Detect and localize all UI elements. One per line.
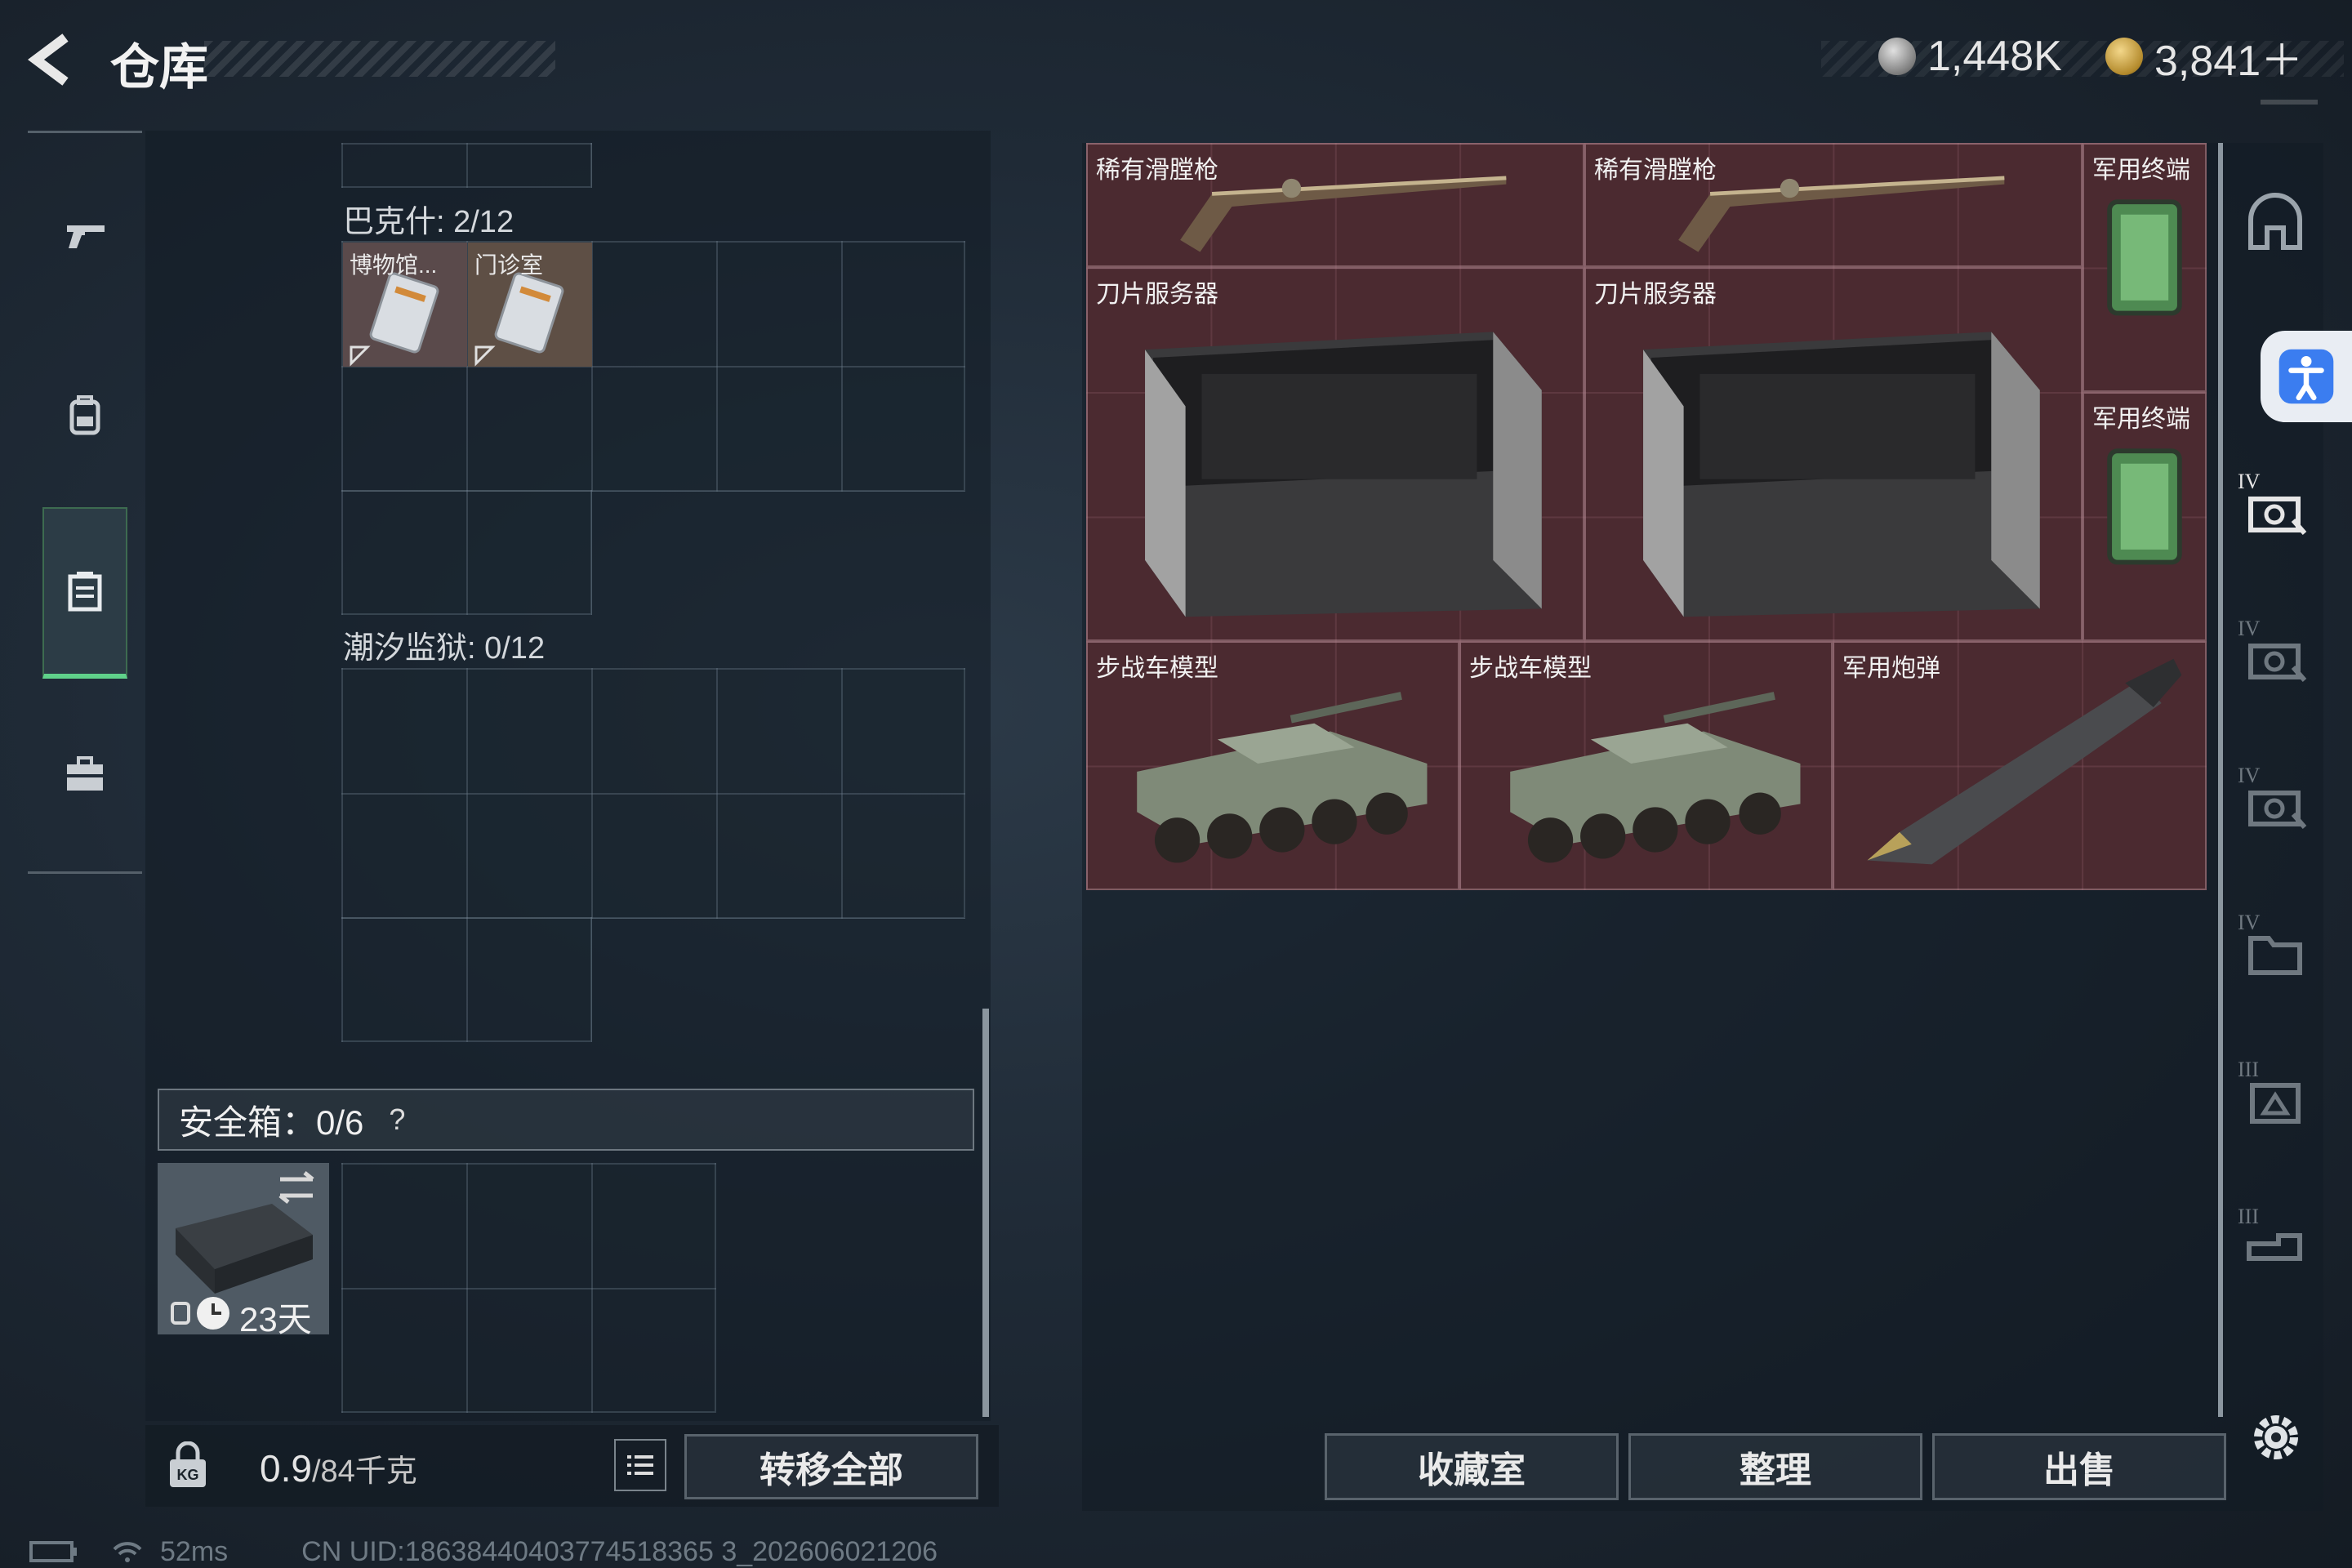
storage-scrollbar[interactable] [2218, 143, 2223, 1417]
pistol-icon [67, 225, 105, 248]
item-label: 刀片服务器 [1594, 281, 1717, 308]
backpack-icon [69, 395, 100, 435]
tier-label: IV [2238, 764, 2261, 787]
storage-item-musket[interactable]: 稀有滑膛枪 [1584, 143, 2082, 267]
storage-item-terminal[interactable]: 军用终端 [2082, 392, 2207, 641]
silver-coin-icon [1878, 38, 1916, 75]
transfer-all-button[interactable]: 转移全部 [684, 1434, 978, 1499]
side-tab-crate[interactable]: III [2236, 1058, 2314, 1136]
item-label: 门诊室 [474, 252, 544, 278]
tier-label: IV [2238, 470, 2261, 493]
side-tab-camera[interactable]: IV [2236, 617, 2314, 695]
header-tick [2261, 100, 2318, 105]
blade-server-icon [1643, 332, 2040, 617]
weight-readout: 0.9/84千克 [260, 1446, 417, 1490]
battery-icon [29, 1541, 77, 1562]
safe-box-grid[interactable] [341, 1163, 716, 1413]
weight-capacity: /84千克 [311, 1454, 417, 1489]
storage-item-blade-server[interactable]: 刀片服务器 [1086, 267, 1584, 641]
sell-button[interactable]: 出售 [1932, 1433, 2226, 1500]
safe-box-header: 安全箱：0/6 ? [158, 1089, 974, 1151]
storage-item-terminal[interactable]: 军用终端 [2082, 143, 2207, 392]
safe-box-item[interactable]: 23天 [158, 1163, 329, 1339]
safe-box-duration: 23天 [239, 1300, 312, 1339]
item-label: 稀有滑膛枪 [1594, 157, 1717, 184]
gold-currency[interactable]: 3,841＋ [2105, 28, 2303, 85]
gear-icon [2254, 1415, 2298, 1459]
item-label: 军用终端 [2092, 406, 2190, 433]
svg-text:KG: KG [177, 1467, 199, 1483]
item-label: 步战车模型 [1096, 655, 1218, 682]
blade-server-icon [1145, 332, 1542, 617]
side-tab-camera[interactable]: IV [2236, 764, 2314, 842]
item-label: 博物馆... [350, 252, 438, 278]
item-label: 步战车模型 [1469, 655, 1592, 682]
uid-text: CN UID:18638440403774518365 3_2026060212… [301, 1535, 938, 1567]
storage-item-ifv-model[interactable]: 步战车模型 [1086, 641, 1459, 890]
item-label: 刀片服务器 [1096, 281, 1218, 308]
nav-weapons[interactable] [42, 158, 127, 313]
title-decoration [204, 41, 555, 77]
gold-coin-icon [2105, 38, 2143, 75]
weight-icon: KG [163, 1441, 212, 1490]
silver-currency-value: 1,448K [1927, 33, 2062, 80]
storage-item-ifv-model[interactable]: 步战车模型 [1459, 641, 1833, 890]
wifi-icon [113, 1542, 142, 1562]
item-label: 军用炮弹 [1842, 655, 1940, 682]
side-tab-vehicle[interactable]: III [2236, 1205, 2314, 1283]
list-view-button[interactable] [614, 1439, 666, 1491]
container-grid-1-extra[interactable] [341, 490, 592, 615]
tier-label: IV [2238, 911, 2261, 934]
help-icon[interactable]: ? [378, 1101, 416, 1138]
accessibility-button[interactable] [2261, 331, 2352, 422]
tier-label: III [2238, 1058, 2259, 1081]
back-arrow-icon [28, 33, 69, 86]
prev-container-grid [341, 143, 592, 188]
side-tab-helmet[interactable] [2236, 184, 2314, 262]
nav-backpack[interactable] [42, 337, 127, 492]
helmet-tab-icon [2248, 193, 2302, 250]
status-bar: 52ms CN UID:18638440403774518365 3_20260… [29, 1535, 938, 1568]
nav-containers[interactable] [42, 507, 127, 679]
sort-button[interactable]: 整理 [1628, 1433, 1922, 1500]
gold-currency-value: 3,841＋ [2154, 37, 2304, 85]
keycard-item-clinic[interactable]: 门诊室 [468, 243, 592, 367]
weight-current: 0.9 [260, 1447, 312, 1490]
container-grid-2[interactable] [341, 668, 965, 919]
container-label-2: 潮汐监狱: 0/12 [343, 631, 546, 666]
item-label: 军用终端 [2092, 157, 2190, 184]
settings-button[interactable] [2247, 1409, 2305, 1466]
keycard-item-museum[interactable]: 博物馆... [343, 243, 467, 367]
back-button[interactable] [24, 31, 82, 88]
silver-currency[interactable]: 1,448K [1878, 28, 2062, 85]
list-icon [627, 1455, 653, 1475]
safe-box-label: 安全箱：0/6 [179, 1102, 364, 1142]
ping-value: 52ms [160, 1535, 229, 1567]
left-nav [28, 131, 142, 874]
side-tab-folder[interactable]: IV [2236, 911, 2314, 989]
collection-room-button[interactable]: 收藏室 [1325, 1433, 1619, 1500]
nav-briefcase[interactable] [42, 697, 127, 852]
container-grid-2-extra[interactable] [341, 917, 592, 1042]
briefcase-icon [67, 756, 103, 791]
container-scrollbar[interactable] [982, 1009, 989, 1417]
item-label: 稀有滑膛枪 [1096, 157, 1218, 184]
page-title: 仓库 [110, 40, 208, 95]
tier-label: IV [2238, 617, 2261, 640]
container-icon [68, 572, 102, 612]
storage-item-musket[interactable]: 稀有滑膛枪 [1086, 143, 1584, 267]
tier-label: III [2238, 1205, 2259, 1228]
container-label-1: 巴克什: 2/12 [343, 205, 514, 239]
accessibility-icon [2278, 349, 2334, 404]
storage-item-blade-server[interactable]: 刀片服务器 [1584, 267, 2082, 641]
storage-item-artillery-shell[interactable]: 军用炮弹 [1833, 641, 2207, 890]
side-tab-camera-selected[interactable]: IV [2236, 470, 2314, 548]
